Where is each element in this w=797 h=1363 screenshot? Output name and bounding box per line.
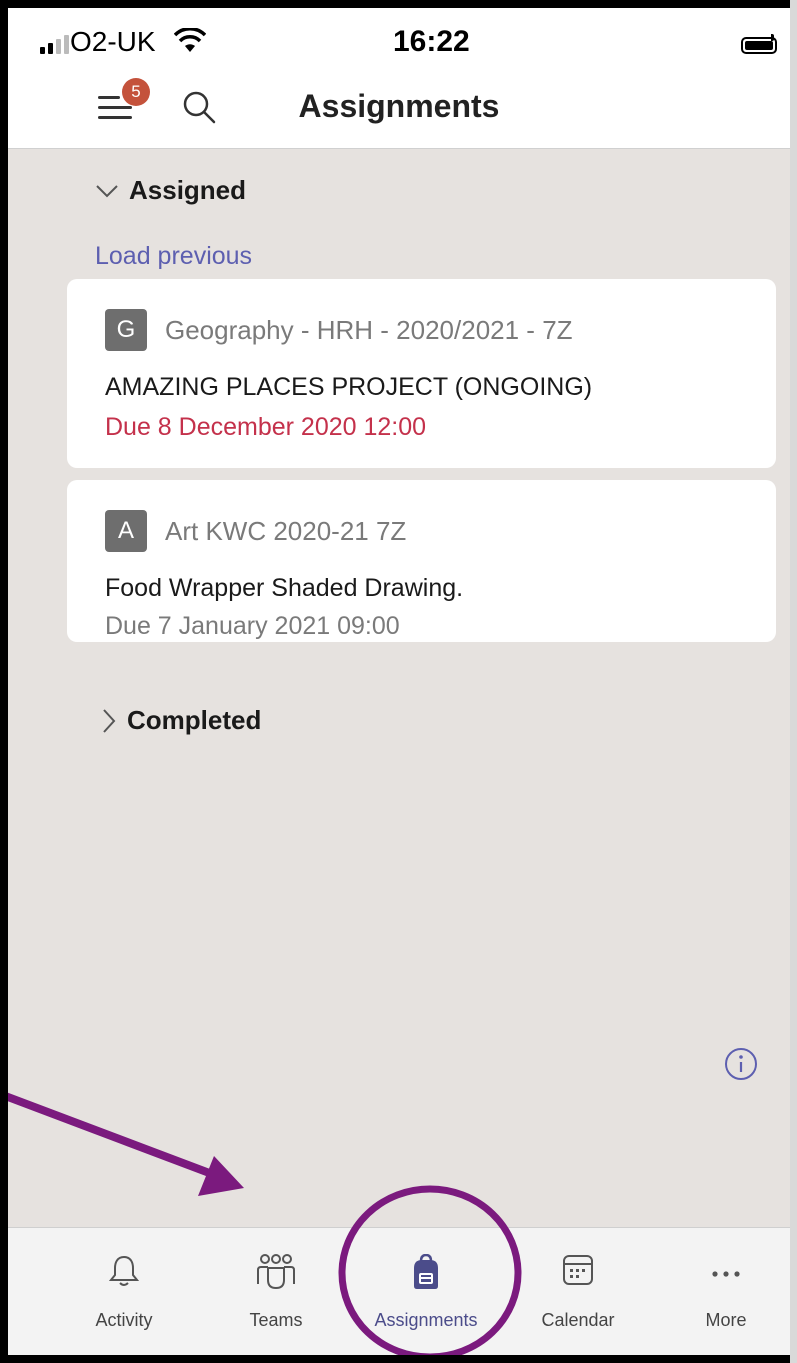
bell-icon: [109, 1255, 139, 1286]
assignment-due-date: Due 8 December 2020 12:00: [105, 413, 427, 441]
assignment-course-row: A Art KWC 2020-21 7Z: [105, 510, 406, 552]
signal-icon: [40, 32, 69, 54]
status-bar: O2-UK 16:22: [8, 8, 790, 68]
wifi-icon: [174, 28, 206, 52]
tab-activity[interactable]: Activity: [54, 1228, 194, 1356]
assignment-course-row: G Geography - HRH - 2020/2021 - 7Z: [105, 309, 573, 351]
frame-border: [0, 0, 797, 8]
assignments-list: Assigned Load previous G Geography - HRH…: [8, 149, 790, 1227]
tab-label: Activity: [95, 1310, 153, 1330]
phone-screenshot: O2-UK 16:22 5 Assignments Assigned Load …: [0, 0, 797, 1363]
assignment-title: Food Wrapper Shaded Drawing.: [105, 574, 464, 602]
assigned-section-toggle[interactable]: Assigned: [95, 175, 246, 206]
course-avatar: A: [105, 510, 147, 552]
bottom-tab-bar: Activity Teams Assignments Calendar More: [8, 1227, 790, 1356]
assignment-card[interactable]: A Art KWC 2020-21 7Z Food Wrapper Shaded…: [67, 480, 776, 642]
teams-icon: [257, 1254, 295, 1290]
tab-calendar[interactable]: Calendar: [508, 1228, 648, 1356]
tab-label: Teams: [249, 1310, 303, 1330]
backpack-icon: [414, 1254, 438, 1289]
completed-section-toggle[interactable]: Completed: [101, 705, 261, 736]
frame-edge: [790, 0, 797, 1363]
header-bar: 5 Assignments: [8, 68, 790, 149]
assignment-title: AMAZING PLACES PROJECT (ONGOING): [105, 373, 593, 401]
assigned-label: Assigned: [129, 175, 247, 205]
status-time: 16:22: [393, 25, 470, 58]
tab-teams[interactable]: Teams: [206, 1228, 346, 1356]
assignment-card[interactable]: G Geography - HRH - 2020/2021 - 7Z AMAZI…: [67, 279, 776, 468]
course-name: Geography - HRH - 2020/2021 - 7Z: [165, 314, 573, 345]
tab-assignments[interactable]: Assignments: [356, 1228, 496, 1356]
assignment-due-date: Due 7 January 2021 09:00: [105, 612, 400, 640]
tab-label: Assignments: [374, 1310, 478, 1330]
course-name: Art KWC 2020-21 7Z: [165, 515, 407, 546]
chevron-right-icon: [103, 708, 116, 733]
chevron-down-icon: [96, 184, 118, 197]
battery-tip: [771, 34, 774, 41]
page-title: Assignments: [298, 88, 500, 124]
frame-border: [0, 0, 8, 1363]
frame-border: [0, 1355, 797, 1363]
calendar-icon: [563, 1255, 593, 1285]
more-icon: [712, 1271, 740, 1277]
tab-label: Calendar: [541, 1310, 615, 1330]
carrier-name: O2-UK: [70, 26, 156, 57]
course-avatar: G: [105, 309, 147, 351]
tab-label: More: [705, 1310, 747, 1330]
completed-label: Completed: [127, 705, 262, 735]
info-icon[interactable]: [724, 1047, 758, 1081]
tab-more[interactable]: More: [656, 1228, 796, 1356]
load-previous-link[interactable]: Load previous: [95, 242, 252, 271]
